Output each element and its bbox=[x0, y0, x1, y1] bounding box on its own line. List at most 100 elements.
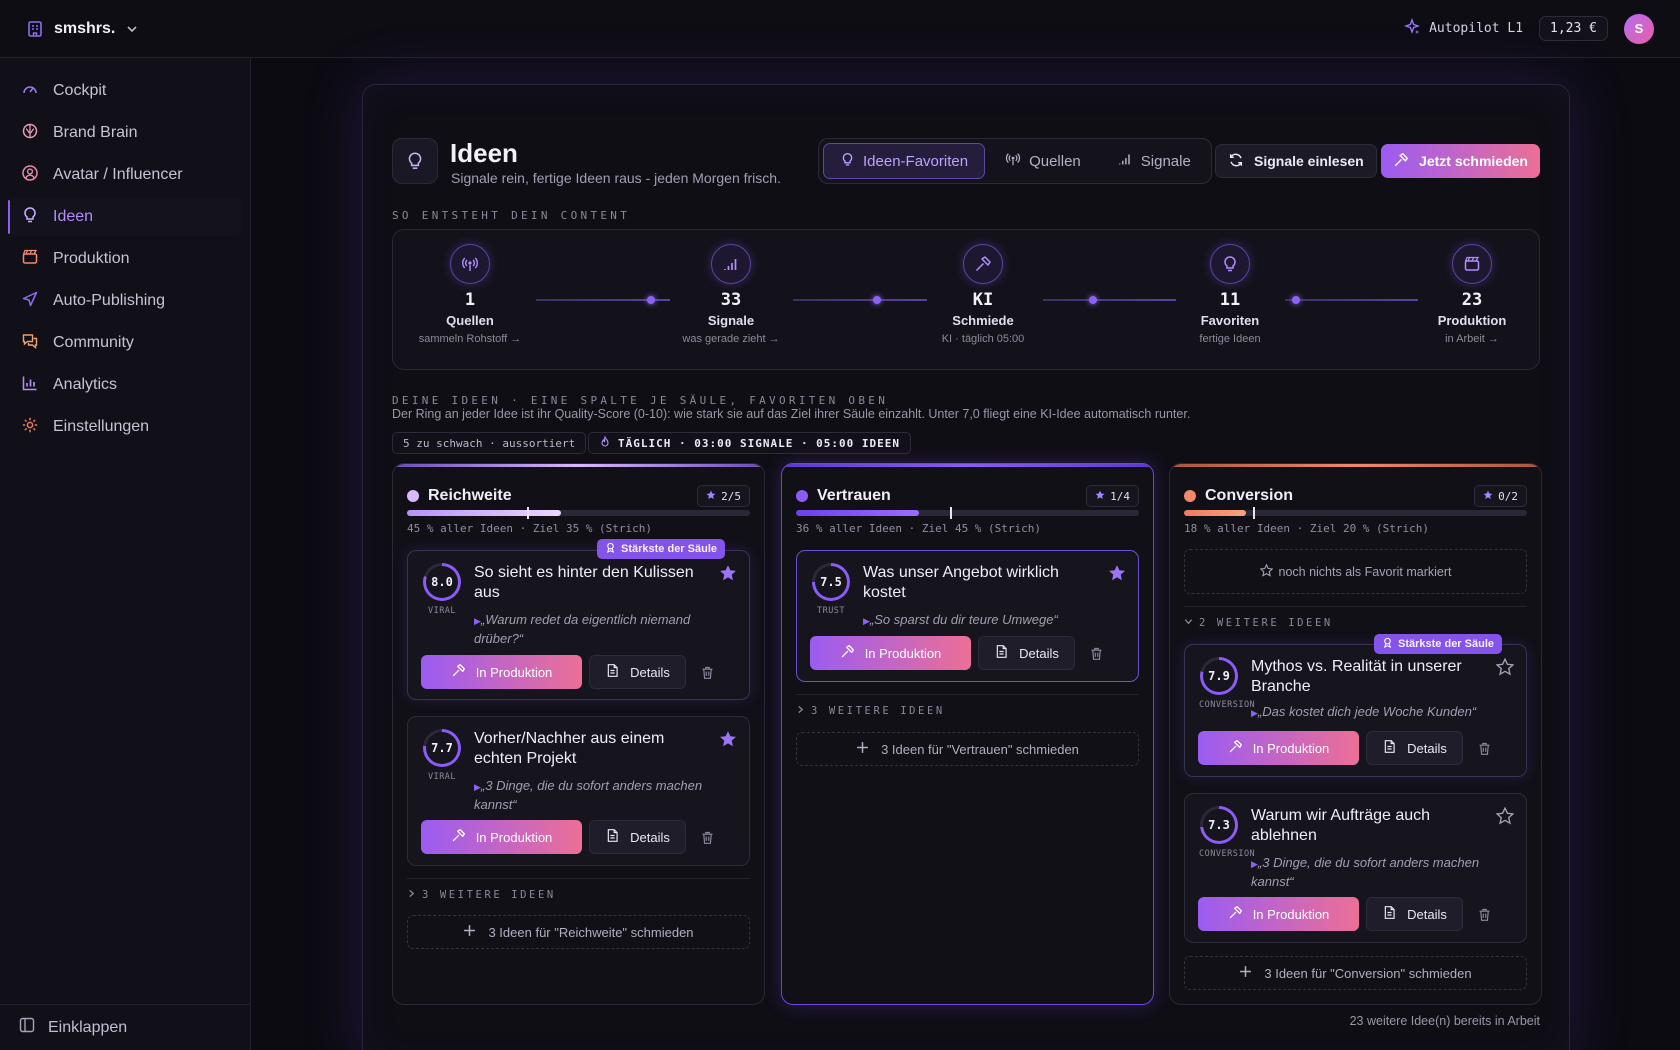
pipeline-connector bbox=[793, 296, 927, 304]
forge-now-label: Jetzt schmieden bbox=[1419, 153, 1528, 169]
pipeline-stage-signale[interactable]: 33 Signale was gerade zieht → bbox=[656, 244, 806, 345]
sorted-out-pill[interactable]: 5 zu schwach · aussortiert bbox=[392, 432, 587, 454]
produce-button[interactable]: In Produktion bbox=[421, 820, 582, 854]
workspace-switcher[interactable]: smshrs. bbox=[26, 20, 139, 38]
trash-icon[interactable] bbox=[1470, 731, 1498, 765]
read-signals-button[interactable]: Signale einlesen bbox=[1215, 144, 1377, 178]
idea-card[interactable]: 7.9 CONVERSION Mythos vs. Realität in un… bbox=[1184, 644, 1527, 777]
idea-card[interactable]: 7.5 TRUST Was unser Angebot wirklich kos… bbox=[796, 550, 1139, 682]
score-value: 7.9 bbox=[1203, 660, 1235, 692]
hammer-icon bbox=[451, 828, 466, 846]
favorites-badge[interactable]: 1/4 bbox=[1086, 485, 1139, 507]
pipeline-stage-favoriten[interactable]: 11 Favoriten fertige Ideen bbox=[1155, 244, 1305, 345]
strongest-label: Stärkste der Säule bbox=[621, 543, 717, 555]
idea-hook: ▶„Warum redet da eigentlich niemand drüb… bbox=[474, 611, 729, 647]
trash-icon[interactable] bbox=[1470, 897, 1498, 931]
star-filled-icon[interactable] bbox=[719, 730, 737, 753]
star-filled-icon[interactable] bbox=[1108, 564, 1126, 587]
document-icon bbox=[605, 828, 620, 846]
trash-icon[interactable] bbox=[693, 820, 721, 854]
tab-ideen-favoriten[interactable]: Ideen-Favoriten bbox=[823, 143, 986, 179]
forge-now-button[interactable]: Jetzt schmieden bbox=[1381, 144, 1540, 178]
sidebar-item-brand-brain[interactable]: Brand Brain bbox=[8, 114, 242, 152]
pipeline-stage-produktion[interactable]: 23 Produktion in Arbeit → bbox=[1397, 244, 1547, 345]
star-filled-icon[interactable] bbox=[719, 564, 737, 587]
pipeline-stage-quellen[interactable]: 1 Quellen sammeln Rohstoff → bbox=[395, 244, 545, 345]
tab-quellen[interactable]: Quellen bbox=[989, 143, 1097, 179]
play-icon: ▶ bbox=[1251, 708, 1258, 718]
pipeline-stage-schmiede[interactable]: KI Schmiede KI · täglich 05:00 bbox=[908, 244, 1058, 345]
forge-ideas-button[interactable]: 3 Ideen für "Vertrauen" schmieden bbox=[796, 732, 1139, 766]
sidebar-item-einstellungen[interactable]: Einstellungen bbox=[8, 408, 242, 446]
play-icon: ▶ bbox=[474, 782, 481, 792]
star-outline-icon[interactable] bbox=[1495, 657, 1515, 681]
sidebar-item-ideen[interactable]: Ideen bbox=[8, 198, 242, 236]
produce-button[interactable]: In Produktion bbox=[810, 636, 971, 670]
brain-icon bbox=[21, 122, 39, 145]
trash-icon[interactable] bbox=[693, 655, 721, 689]
idea-hook: ▶„So sparst du dir teure Umwege“ bbox=[863, 611, 1118, 630]
stage-sub: fertige Ideen bbox=[1199, 333, 1261, 345]
score-ring: 7.5 bbox=[812, 563, 850, 601]
forge-ideas-button[interactable]: 3 Ideen für "Reichweite" schmieden bbox=[407, 915, 750, 949]
column-accent bbox=[1170, 464, 1541, 467]
sidebar-item-analytics[interactable]: Analytics bbox=[8, 366, 242, 404]
quality-score: 7.3 CONVERSION bbox=[1199, 806, 1255, 859]
produce-button[interactable]: In Produktion bbox=[1198, 731, 1359, 765]
gear-icon bbox=[21, 416, 39, 439]
details-button[interactable]: Details bbox=[589, 820, 686, 854]
chevron-down-icon bbox=[125, 22, 139, 36]
favorites-badge[interactable]: 0/2 bbox=[1474, 485, 1527, 507]
sidebar-item-cockpit[interactable]: Cockpit bbox=[8, 72, 242, 110]
star-outline-icon[interactable] bbox=[1495, 806, 1515, 830]
sidebar-item-produktion[interactable]: Produktion bbox=[8, 240, 242, 278]
credits-badge[interactable]: 1,23 € bbox=[1539, 16, 1608, 41]
column-header: Conversion 0/2 bbox=[1184, 484, 1527, 508]
more-ideas-toggle[interactable]: 3 WEITERE IDEEN bbox=[796, 705, 945, 717]
sidebar-item-label: Produktion bbox=[53, 250, 130, 267]
tab-signale[interactable]: Signale bbox=[1101, 143, 1207, 179]
idea-card[interactable]: 7.3 CONVERSION Warum wir Aufträge auch a… bbox=[1184, 793, 1527, 943]
hammer-icon bbox=[1228, 905, 1243, 923]
autopilot-status[interactable]: Autopilot L1 bbox=[1403, 17, 1523, 39]
sidebar-item-auto-publishing[interactable]: Auto-Publishing bbox=[8, 282, 242, 320]
produce-button[interactable]: In Produktion bbox=[421, 655, 582, 689]
forge-ideas-button[interactable]: 3 Ideen für "Conversion" schmieden bbox=[1184, 956, 1527, 990]
sidebar-item-avatar[interactable]: Avatar / Influencer bbox=[8, 156, 242, 194]
stage-label: Favoriten bbox=[1200, 313, 1260, 328]
details-label: Details bbox=[1019, 645, 1059, 661]
collapse-sidebar-button[interactable]: Einklappen bbox=[0, 1004, 251, 1050]
quality-score: 7.9 CONVERSION bbox=[1199, 657, 1255, 710]
produce-button[interactable]: In Produktion bbox=[1198, 897, 1359, 931]
score-tag: VIRAL bbox=[427, 606, 457, 616]
idea-card[interactable]: 7.7 VIRAL Vorher/Nachher aus einem echte… bbox=[407, 716, 750, 866]
idea-title: Vorher/Nachher aus einem echten Projekt bbox=[474, 730, 665, 767]
details-button[interactable]: Details bbox=[1366, 897, 1463, 931]
sidebar-item-community[interactable]: Community bbox=[8, 324, 242, 362]
score-ring: 7.7 bbox=[423, 729, 461, 767]
idea-card[interactable]: 8.0 VIRAL So sieht es hinter den Kulisse… bbox=[407, 550, 750, 700]
stage-sub: sammeln Rohstoff → bbox=[418, 333, 522, 345]
details-label: Details bbox=[630, 664, 670, 680]
more-ideas-toggle[interactable]: 3 WEITERE IDEEN bbox=[407, 889, 556, 901]
page-subtitle: Signale rein, fertige Ideen raus - jeden… bbox=[451, 170, 781, 186]
details-button[interactable]: Details bbox=[1366, 731, 1463, 765]
schedule-pill: TÄGLICH · 03:00 SIGNALE · 05:00 IDEEN bbox=[588, 432, 912, 454]
award-icon bbox=[605, 542, 616, 556]
stage-label: Quellen bbox=[446, 313, 494, 328]
play-icon: ▶ bbox=[1251, 859, 1258, 869]
more-ideas-label: 3 WEITERE IDEEN bbox=[811, 705, 945, 717]
more-ideas-toggle[interactable]: 2 WEITERE IDEEN bbox=[1184, 617, 1333, 629]
share-fill bbox=[407, 510, 562, 516]
award-icon bbox=[1382, 637, 1393, 651]
score-tag: VIRAL bbox=[427, 772, 457, 782]
share-progress-bar bbox=[1184, 507, 1527, 519]
pipeline-connector bbox=[536, 296, 670, 304]
avatar[interactable]: S bbox=[1624, 13, 1654, 44]
pillar-column-vertrauen: Vertrauen 1/4 36 % aller Ideen · Ziel 45… bbox=[781, 463, 1154, 1005]
trash-icon[interactable] bbox=[1082, 636, 1110, 670]
details-button[interactable]: Details bbox=[589, 655, 686, 689]
stage-label: Produktion bbox=[1437, 313, 1507, 328]
favorites-badge[interactable]: 2/5 bbox=[697, 485, 750, 507]
details-button[interactable]: Details bbox=[978, 636, 1075, 670]
